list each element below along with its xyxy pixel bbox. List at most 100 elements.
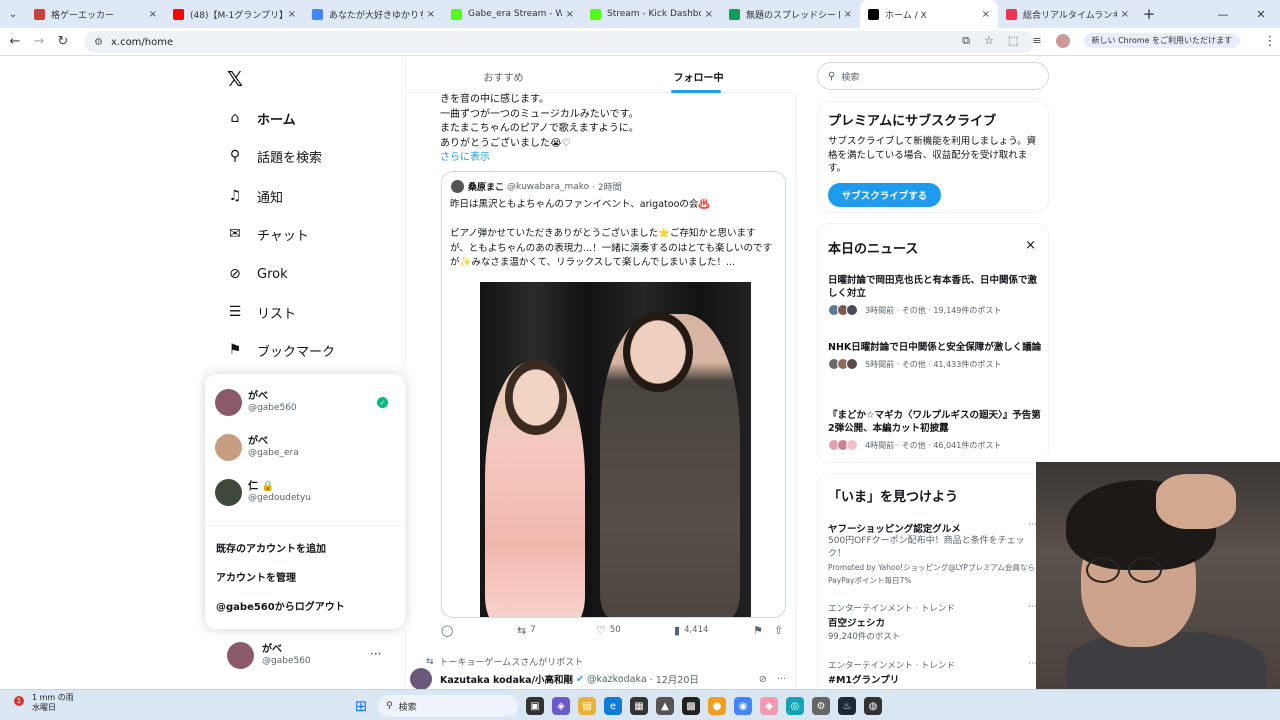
close-tab-icon[interactable]: × xyxy=(427,9,435,20)
install-icon[interactable]: ⧉ xyxy=(962,34,970,48)
explorer-icon[interactable]: ▤ xyxy=(578,697,596,715)
grok-icon[interactable]: ⊘ xyxy=(759,674,767,685)
account-row[interactable]: 仁 🔒 @gedoudetyu xyxy=(215,479,311,506)
nav-item[interactable]: ✉ チャット xyxy=(227,222,309,246)
profile-avatar[interactable] xyxy=(1055,33,1070,48)
browser-tab[interactable]: Stream - Kick Dashboard × xyxy=(582,0,721,28)
bookmark-button[interactable]: ⚑ xyxy=(753,624,767,637)
like-button[interactable]: ♡ 50 xyxy=(596,624,621,637)
more-icon[interactable]: ··· xyxy=(370,647,381,661)
news-item[interactable]: 『まどか☆マギカ〈ワルプルギスの廻天〉』予告第2弾公開、本編カット初披露 4時間前… xyxy=(828,409,1043,451)
nav-item[interactable]: ⊘ Grok xyxy=(227,262,288,286)
account-row[interactable]: がべ @gabe_era xyxy=(215,434,299,461)
tab-recommended[interactable]: おすすめ xyxy=(406,57,601,92)
account-row[interactable]: がべ @gabe560 xyxy=(215,389,297,416)
copilot-icon[interactable]: ◈ xyxy=(552,697,570,715)
forward-icon[interactable]: → xyxy=(27,34,51,49)
close-tab-icon[interactable]: × xyxy=(705,9,713,20)
close-tab-icon[interactable]: × xyxy=(288,9,296,20)
close-window-button[interactable]: ✕ xyxy=(1242,0,1280,28)
chrome-update-promo[interactable]: 新しい Chrome をご利用いただけます xyxy=(1083,33,1240,48)
quoted-post[interactable]: 桑原まこ @kuwabara_mako · 2時間 昨日は黒沢ともよちゃんのファ… xyxy=(441,171,786,618)
next-post-header[interactable]: Kazutaka kodaka/小高和剛 ✔ @kazkodaka · 12月2… xyxy=(410,668,786,689)
views-button[interactable]: ▮ 4,414 xyxy=(674,624,708,637)
chrome-menu-icon[interactable]: ⋮ xyxy=(1258,34,1280,49)
nav-item[interactable]: ⌂ ホーム xyxy=(227,106,296,130)
browser-tab[interactable]: 無題のスプレッドシート - Google × xyxy=(721,0,860,28)
weather-day: 水曜日 xyxy=(32,703,56,712)
app-icon[interactable]: ◎ xyxy=(786,697,804,715)
current-user-button[interactable]: がべ @gabe560 ··· xyxy=(227,642,381,669)
obs-icon[interactable]: ◍ xyxy=(864,697,882,715)
news-card: 本日のニュース × 日曜討論で岡田克也氏と有本香氏、日中関係で激しく対立 3時間前… xyxy=(817,223,1049,463)
store-icon[interactable]: ▦ xyxy=(630,697,648,715)
app-icon[interactable]: ▲ xyxy=(656,697,674,715)
trend-item[interactable]: エンターテインメント · トレンド #M1グランプリ ··· xyxy=(828,659,1037,687)
taskbar-search[interactable]: ⚲ 検索 xyxy=(378,695,518,717)
edge-icon[interactable]: e xyxy=(604,697,622,715)
browser-tab-strip: ⌄ 格ゲーエッカー×(48)【M-1グランプリ】を振り返る×あなたが大好きゆかり… xyxy=(0,0,1280,28)
url-input[interactable]: ⚙ x.com/home xyxy=(84,31,1034,53)
trend-item[interactable]: エンターテインメント · トレンド 百空ジェシカ 99,240件のポスト ··· xyxy=(828,602,1037,642)
logout-link[interactable]: @gabe560からログアウト xyxy=(216,598,345,613)
add-account-link[interactable]: 既存のアカウントを追加 xyxy=(216,540,326,555)
close-tab-icon[interactable]: × xyxy=(149,9,157,20)
browser-tab[interactable]: (48)【M-1グランプリ】を振り返る × xyxy=(165,0,304,28)
close-tab-icon[interactable]: × xyxy=(566,9,574,20)
browser-tab[interactable]: ホーム / X × xyxy=(860,0,998,28)
close-tab-icon[interactable]: × xyxy=(982,9,990,20)
new-tab-button[interactable]: + xyxy=(1137,0,1161,28)
close-tab-icon[interactable]: × xyxy=(844,9,852,20)
repost-button[interactable]: ⇆ 7 xyxy=(517,624,536,637)
back-icon[interactable]: ← xyxy=(3,34,27,49)
search-input[interactable]: ⚲ 検索 xyxy=(817,62,1049,90)
close-tab-icon[interactable]: × xyxy=(1121,9,1129,20)
post-line: ありがとうございました😭♡ xyxy=(440,137,571,149)
x-logo-icon[interactable]: 𝕏 xyxy=(227,67,243,91)
trend-item[interactable]: ヤフーショッピング認定グルメ 500円OFFクーポン配布中！商品と条件をチェック！… xyxy=(828,520,1037,587)
avatar xyxy=(410,668,432,689)
browser-tab[interactable]: 総合リアルタイムランキング × xyxy=(998,0,1137,28)
subscribe-button[interactable]: サブスクライブする xyxy=(828,183,941,207)
browser-tab[interactable]: Gabe_era Stream - Watch × xyxy=(443,0,582,28)
show-more-link[interactable]: さらに表示 xyxy=(440,151,639,166)
task-view-icon[interactable]: ▣ xyxy=(526,697,544,715)
news-item[interactable]: NHK日曜討論で日中関係と安全保障が激しく議論 5時間前 · その他 · 41,4… xyxy=(828,341,1043,370)
settings-icon[interactable]: ⚙ xyxy=(812,697,830,715)
news-item[interactable]: 日曜討論で岡田克也氏と有本香氏、日中関係で激しく対立 3時間前 · その他 · 1… xyxy=(828,274,1043,316)
app-icon[interactable]: ◆ xyxy=(760,697,778,715)
chrome-icon[interactable]: ◉ xyxy=(734,697,752,715)
address-bar: ← → ↻ ⚙ x.com/home ⧉ ☆ ⬚ ≡ 新しい Chrome をご… xyxy=(0,28,1280,56)
avatar xyxy=(215,479,242,506)
media-icon[interactable]: ≡ xyxy=(1032,34,1041,47)
nav-item[interactable]: ♫ 通知 xyxy=(227,184,283,208)
nav-item[interactable]: ⚑ ブックマーク xyxy=(227,338,335,362)
reply-button[interactable]: ◯ xyxy=(441,624,457,637)
weather-widget[interactable]: 1 1 mm の雨 水曜日 xyxy=(14,693,74,713)
quote-line: 昨日は黒沢ともよちゃんのファンイベント、arigatooの会♨️ xyxy=(450,199,711,210)
nav-item[interactable]: ⚲ 話題を検索 xyxy=(227,144,322,168)
capture-icon[interactable]: ▩ xyxy=(682,697,700,715)
tab-title: あなたが大好きゆかりちゃん xyxy=(329,10,423,21)
avatar xyxy=(846,304,858,316)
tab-following[interactable]: フォロー中 xyxy=(601,57,796,93)
post-photo[interactable] xyxy=(480,282,751,617)
browser-tab[interactable]: 格ゲーエッカー × xyxy=(26,0,165,28)
extensions-icon[interactable]: ⬚ xyxy=(1008,34,1018,47)
more-icon[interactable]: ··· xyxy=(777,674,786,685)
steam-icon[interactable]: ♨ xyxy=(838,697,856,715)
bookmark-star-icon[interactable]: ☆ xyxy=(984,34,994,47)
tab-search-icon[interactable]: ⌄ xyxy=(0,0,26,28)
promoted-label: Promoted by Yahoo!ショッピング@LYPプレミアム会員ならPay… xyxy=(828,563,1035,585)
browser-tab[interactable]: あなたが大好きゆかりちゃん × xyxy=(304,0,443,28)
start-icon[interactable]: ⊞ xyxy=(352,697,370,715)
reload-icon[interactable]: ↻ xyxy=(51,34,75,49)
minimize-button[interactable]: — xyxy=(1204,0,1242,28)
close-icon[interactable]: × xyxy=(1025,238,1036,253)
app-icon[interactable]: ● xyxy=(708,697,726,715)
nav-item[interactable]: ☰ リスト xyxy=(227,300,296,324)
site-info-icon[interactable]: ⚙ xyxy=(94,37,103,48)
manage-accounts-link[interactable]: アカウントを管理 xyxy=(216,569,296,584)
nav-label: 話題を検索 xyxy=(257,150,323,166)
share-button[interactable]: ⇧ xyxy=(774,624,787,637)
